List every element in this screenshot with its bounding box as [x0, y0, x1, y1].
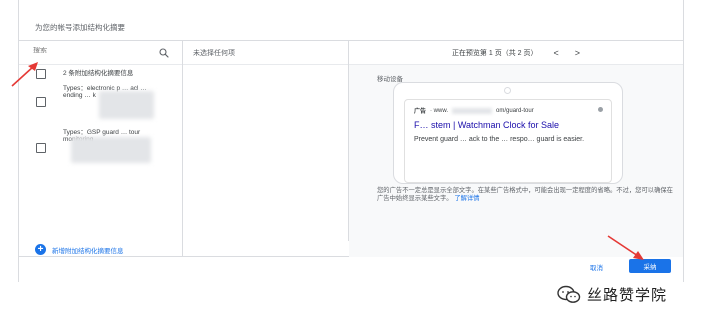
selected-panel: 未选择任何项 — [183, 41, 349, 241]
ad-preview-card: 广告 · www. om/guard-tour F… stem | Watchm… — [404, 99, 612, 183]
ad-url-suffix: om/guard-tour — [496, 107, 534, 114]
blurred-text — [452, 107, 493, 114]
search-icon[interactable] — [158, 47, 170, 59]
ad-badge: 广告 — [414, 109, 427, 115]
option-checkbox-gsp[interactable] — [36, 143, 46, 153]
watermark: 丝路赞学院 — [557, 284, 667, 305]
option-label-all: 2 条附加结构化摘要信息 — [63, 70, 134, 77]
preview-pager: 正在预览第 1 页（共 2 页） < > — [349, 41, 683, 65]
phone-speaker — [504, 87, 511, 94]
selected-heading: 未选择任何项 — [183, 41, 348, 65]
blurred-text — [99, 91, 154, 119]
annotation-arrow-icon — [11, 62, 38, 87]
ad-url-prefix: · www. — [430, 107, 449, 114]
cancel-button[interactable]: 取消 — [590, 262, 603, 272]
preview-note-text: 您的广告不一定总是显示全部文字。在某些广告格式中，可能会出现一定程度的省略。不过… — [377, 187, 673, 202]
learn-more-link[interactable]: 了解详情 — [454, 195, 479, 202]
watermark-text: 丝路赞学院 — [587, 286, 668, 304]
add-snippet-link[interactable]: + 新增附加结构化摘要信息 — [35, 244, 124, 255]
add-snippet-label: 新增附加结构化摘要信息 — [52, 247, 124, 255]
ad-description: Prevent guard … ack to the … respo… guar… — [414, 136, 585, 143]
ad-url-line: 广告 · www. om/guard-tour — [414, 106, 602, 115]
pager-text: 正在预览第 1 页（共 2 页） — [451, 49, 538, 57]
add-icon: + — [35, 244, 46, 255]
ad-headline[interactable]: F… stem | Watchman Clock for Sale — [414, 120, 604, 130]
preview-note: 您的广告不一定总是显示全部文字。在某些广告格式中，可能会出现一定程度的省略。不过… — [377, 187, 677, 202]
mobile-preview: 广告 · www. om/guard-tour F… stem | Watchm… — [393, 82, 623, 184]
dialog-footer: 取消 采纳 — [18, 258, 684, 282]
search-input[interactable] — [33, 47, 143, 54]
preview-panel: 正在预览第 1 页（共 2 页） < > 移动设备 广告 · www. om/g… — [349, 41, 683, 257]
dialog-title: 为您的帐号添加结构化摘要 — [35, 23, 125, 32]
annotation-arrow-icon — [607, 235, 644, 260]
ad-info-icon[interactable] — [598, 107, 603, 112]
option-row-gsp[interactable]: Types：GSP guard … tour monitoring — [19, 129, 183, 205]
option-checkbox-electronic[interactable] — [36, 97, 46, 107]
option-row-electronic[interactable]: Types：electronic p … acl … ending … k — [19, 85, 183, 125]
next-page-button[interactable]: > — [575, 48, 580, 58]
wechat-icon — [557, 285, 581, 303]
blurred-text — [71, 137, 151, 163]
dialog-body: 2 条附加结构化摘要信息 Types：electronic p … acl … … — [19, 40, 683, 257]
prev-page-button[interactable]: < — [554, 48, 559, 58]
structured-snippet-dialog: 为您的帐号添加结构化摘要 2 条附加结构化摘要信息 Types：electron… — [18, 0, 684, 282]
